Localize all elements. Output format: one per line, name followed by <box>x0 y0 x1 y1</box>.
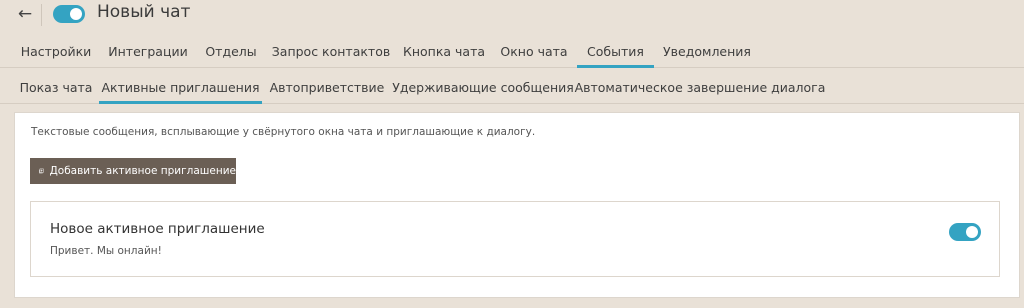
tab-chat-button[interactable]: Кнопка чата <box>398 36 490 67</box>
tab-integrations[interactable]: Интеграции <box>103 36 193 67</box>
tab-auto-dialog-end[interactable]: Автоматическое завершение диалога <box>575 71 826 103</box>
tab-departments[interactable]: Отделы <box>198 36 264 67</box>
tab-events[interactable]: События <box>577 36 654 68</box>
invitations-panel: Текстовые сообщения, всплывающие у свёрн… <box>14 112 1020 298</box>
tab-settings[interactable]: Настройки <box>14 36 98 67</box>
tab-notifications[interactable]: Уведомления <box>658 36 756 67</box>
tab-contact-request[interactable]: Запрос контактов <box>268 36 394 67</box>
header: ← Новый чат <box>0 0 1024 30</box>
panel-description: Текстовые сообщения, всплывающие у свёрн… <box>31 126 536 138</box>
tab-active-invitations[interactable]: Активные приглашения <box>99 71 262 104</box>
tab-chat-window[interactable]: Окно чата <box>494 36 574 67</box>
tab-retaining-messages[interactable]: Удерживающие сообщения <box>392 71 574 103</box>
chat-enabled-toggle[interactable] <box>53 5 85 23</box>
add-invitation-label: Добавить активное приглашение <box>49 165 236 177</box>
back-arrow-icon[interactable]: ← <box>14 3 36 25</box>
add-invitation-button[interactable]: Добавить активное приглашение <box>30 158 236 184</box>
add-library-icon <box>39 168 44 174</box>
page-title: Новый чат <box>97 2 191 22</box>
tab-auto-greeting[interactable]: Автоприветствие <box>266 71 388 103</box>
invitation-title: Новое активное приглашение <box>50 221 265 237</box>
invitation-text: Привет. Мы онлайн! <box>50 245 162 257</box>
secondary-tabs: Показ чата Активные приглашения Автоприв… <box>0 71 1024 104</box>
header-divider <box>41 4 42 26</box>
tab-chat-display[interactable]: Показ чата <box>14 71 98 103</box>
invitation-enabled-toggle[interactable] <box>949 223 981 241</box>
invitation-card[interactable]: Новое активное приглашение Привет. Мы он… <box>30 201 1000 277</box>
primary-tabs: Настройки Интеграции Отделы Запрос конта… <box>0 36 1024 68</box>
